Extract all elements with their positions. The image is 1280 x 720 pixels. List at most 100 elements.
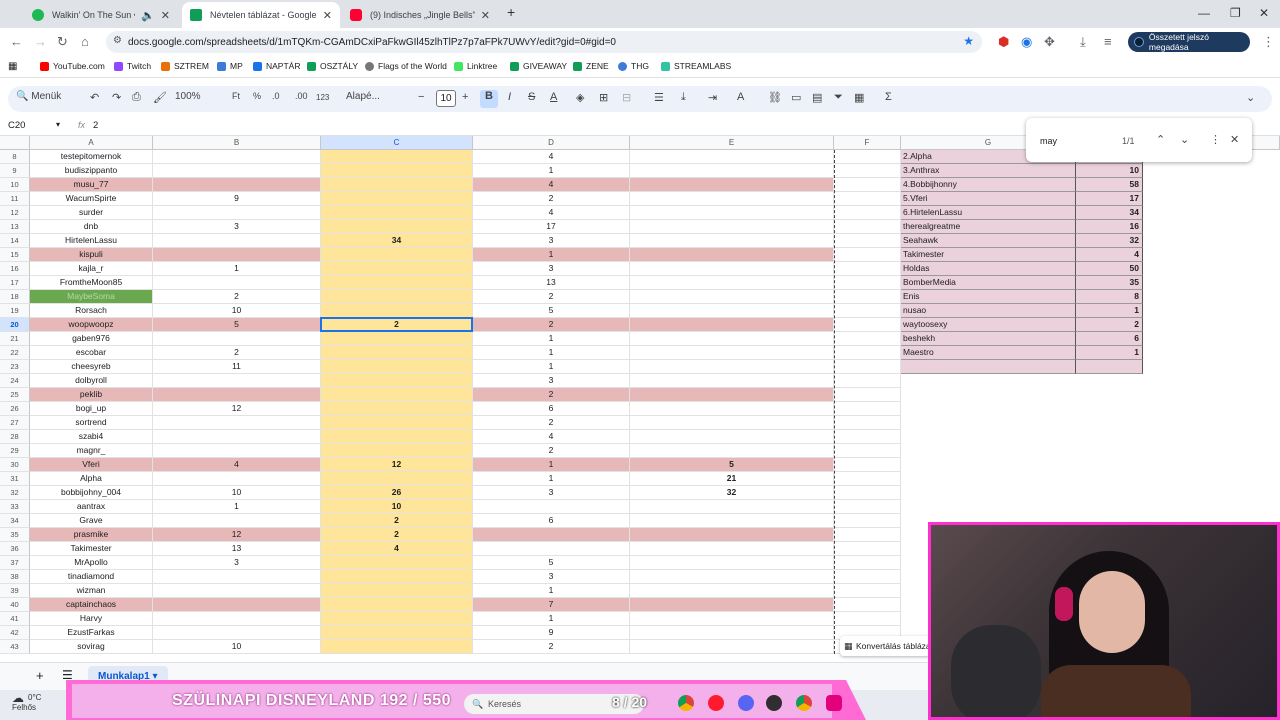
cell-a41[interactable]: Harvy [30, 612, 153, 626]
cell-b19[interactable]: 10 [153, 304, 321, 318]
cell-b36[interactable]: 13 [153, 542, 321, 556]
cell-a22[interactable]: escobar [30, 346, 153, 360]
cell-f23[interactable] [834, 360, 901, 374]
cell-b15[interactable] [153, 248, 321, 262]
bookmark-zene[interactable]: ZENE [573, 61, 609, 71]
cell-f40[interactable] [834, 598, 901, 612]
cell-f31[interactable] [834, 472, 901, 486]
cell-d13[interactable]: 17 [473, 220, 630, 234]
cell-e39[interactable] [630, 584, 834, 598]
cell-b11[interactable]: 9 [153, 192, 321, 206]
minimize-icon[interactable]: — [1198, 6, 1210, 20]
cell-c27[interactable] [321, 416, 473, 430]
cell-a37[interactable]: MrApollo [30, 556, 153, 570]
cell-e25[interactable] [630, 388, 834, 402]
font-size-input[interactable]: 10 [436, 90, 456, 107]
home-icon[interactable]: ⌂ [81, 34, 89, 49]
row-header[interactable]: 19 [0, 304, 30, 318]
side-value-cell[interactable]: 8 [1076, 290, 1143, 304]
undo-icon[interactable]: ↶ [90, 91, 99, 104]
find-close-icon[interactable]: ✕ [1230, 133, 1239, 146]
row-header[interactable]: 31 [0, 472, 30, 486]
cell-f26[interactable] [834, 402, 901, 416]
cell-b42[interactable] [153, 626, 321, 640]
column-header-e[interactable]: E [630, 136, 834, 150]
cell-a15[interactable]: kispuli [30, 248, 153, 262]
password-suggestion-button[interactable]: Összetett jelszó megadása [1128, 32, 1250, 52]
row-header[interactable]: 30 [0, 458, 30, 472]
cell-a43[interactable]: sovirag [30, 640, 153, 654]
side-value-cell[interactable]: 1 [1076, 346, 1143, 360]
side-name-cell[interactable]: 5.Vferi [901, 192, 1076, 206]
cell-c17[interactable] [321, 276, 473, 290]
side-value-cell[interactable]: 50 [1076, 262, 1143, 276]
cell-e21[interactable] [630, 332, 834, 346]
cell-e31[interactable]: 21 [630, 472, 834, 486]
cell-f15[interactable] [834, 248, 901, 262]
media-control-icon[interactable]: ≡ [1104, 34, 1112, 49]
cell-e41[interactable] [630, 612, 834, 626]
browser-tab-2[interactable]: Névtelen táblázat - Google Tábl ✕ [182, 2, 340, 28]
row-header[interactable]: 37 [0, 556, 30, 570]
cell-d12[interactable]: 4 [473, 206, 630, 220]
cell-c41[interactable] [321, 612, 473, 626]
cell-f41[interactable] [834, 612, 901, 626]
cell-d37[interactable]: 5 [473, 556, 630, 570]
cell-c9[interactable] [321, 164, 473, 178]
new-tab-button[interactable]: + [507, 4, 515, 20]
bookmark-streamlabs[interactable]: STREAMLABS [661, 61, 731, 71]
reload-icon[interactable]: ↻ [57, 34, 68, 50]
chrome-icon[interactable] [678, 695, 694, 711]
cell-d9[interactable]: 1 [473, 164, 630, 178]
cell-c33[interactable]: 10 [321, 500, 473, 514]
site-info-icon[interactable]: ⚙ [113, 35, 122, 46]
cell-f39[interactable] [834, 584, 901, 598]
cell-f33[interactable] [834, 500, 901, 514]
redo-icon[interactable]: ↷ [112, 91, 121, 104]
cell-e11[interactable] [630, 192, 834, 206]
cell-f14[interactable] [834, 234, 901, 248]
bookmark-youtube[interactable]: YouTube.com [40, 61, 105, 71]
cell-c34[interactable]: 2 [321, 514, 473, 528]
cell-e29[interactable] [630, 444, 834, 458]
font-decrease-icon[interactable]: − [418, 91, 424, 103]
cell-c31[interactable] [321, 472, 473, 486]
cell-c42[interactable] [321, 626, 473, 640]
row-header[interactable]: 42 [0, 626, 30, 640]
cell-f22[interactable] [834, 346, 901, 360]
cell-e43[interactable] [630, 640, 834, 654]
side-value-cell[interactable]: 16 [1076, 220, 1143, 234]
cell-a8[interactable]: testepitomernok [30, 150, 153, 164]
cell-a12[interactable]: surder [30, 206, 153, 220]
paint-format-icon[interactable]: 🖌 [153, 91, 167, 104]
cell-d21[interactable]: 1 [473, 332, 630, 346]
cell-c32[interactable]: 26 [321, 486, 473, 500]
cell-c43[interactable] [321, 640, 473, 654]
side-value-cell[interactable]: 1 [1076, 304, 1143, 318]
filter-icon[interactable]: ⏷ [834, 91, 843, 104]
cell-a25[interactable]: peklib [30, 388, 153, 402]
cell-e42[interactable] [630, 626, 834, 640]
cell-f35[interactable] [834, 528, 901, 542]
cell-c35[interactable]: 2 [321, 528, 473, 542]
cell-f9[interactable] [834, 164, 901, 178]
apps-grid-icon[interactable]: ▦ [8, 61, 17, 72]
bookmark-flags[interactable]: Flags of the World [365, 61, 447, 71]
cell-c38[interactable] [321, 570, 473, 584]
download-icon[interactable]: ⤓ [1080, 34, 1086, 50]
row-header[interactable]: 8 [0, 150, 30, 164]
cell-f16[interactable] [834, 262, 901, 276]
cell-b27[interactable] [153, 416, 321, 430]
cell-d24[interactable]: 3 [473, 374, 630, 388]
close-tab-icon[interactable]: ✕ [481, 9, 490, 22]
side-value-cell[interactable]: 35 [1076, 276, 1143, 290]
zoom-select[interactable]: 100% [175, 91, 201, 102]
convert-to-table-button[interactable]: ▦ Konvertálás táblázattá [840, 636, 932, 656]
cell-a19[interactable]: Rorsach [30, 304, 153, 318]
row-header[interactable]: 20 [0, 318, 30, 332]
row-header[interactable]: 22 [0, 346, 30, 360]
side-value-cell[interactable]: 2 [1076, 318, 1143, 332]
cell-e35[interactable] [630, 528, 834, 542]
cell-a42[interactable]: EzustFarkas [30, 626, 153, 640]
row-header[interactable]: 16 [0, 262, 30, 276]
